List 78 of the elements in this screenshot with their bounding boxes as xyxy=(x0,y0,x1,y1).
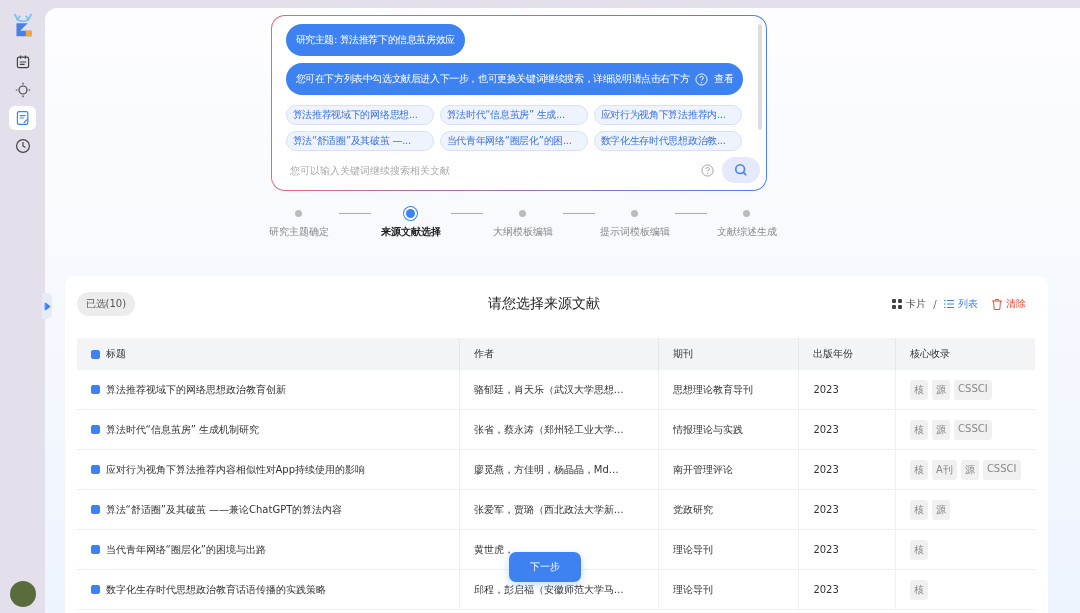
title-cell: 算法时代“信息茧房” 生成机制研究 xyxy=(105,422,260,437)
step-label[interactable]: 研究主题确定 xyxy=(268,225,329,239)
column-header: 核心收录 xyxy=(910,348,951,359)
journal-cell: 理论导刊 xyxy=(672,583,713,595)
title-cell: 应对行为视角下算法推荐内容相似性对App持续使用的影响 xyxy=(105,462,366,477)
title-cell: 算法推荐视域下的网络思想政治教育创新 xyxy=(105,382,286,397)
column-header: 标题 xyxy=(105,347,126,361)
year-cell: 2023 xyxy=(813,384,839,395)
reference-chip[interactable]: 数字化生存时代思想政治教... xyxy=(593,131,742,151)
title-cell: 数字化生存时代思想政治教育话语传播的实践策略 xyxy=(105,582,326,597)
index-tag: 核 xyxy=(910,499,929,520)
selected-count-badge: 已选(10) xyxy=(76,292,136,316)
author-cell: 廖觅燕，方佳明，杨晶晶，Md… xyxy=(473,463,619,475)
reference-chip[interactable]: 当代青年网络“圈层化”的困... xyxy=(439,131,588,151)
journal-cell: 理论导刊 xyxy=(672,543,713,555)
view-link[interactable]: 查看 xyxy=(714,72,734,86)
panel-title: 请您选择来源文献 xyxy=(486,295,601,313)
search-icon[interactable] xyxy=(733,163,748,177)
reference-chip[interactable]: 算法“舒适圈”及其破茧 —... xyxy=(285,131,434,151)
row-checkbox[interactable] xyxy=(90,385,100,394)
index-tag: 核 xyxy=(910,579,929,600)
row-checkbox[interactable] xyxy=(90,465,100,474)
select-all-checkbox[interactable] xyxy=(90,349,100,359)
title-cell: 算法“舒适圈”及其破茧 ——兼论ChatGPT的算法内容 xyxy=(105,502,343,517)
index-tag: 源 xyxy=(932,499,951,520)
reference-chip[interactable]: 算法推荐视域下的网络思想... xyxy=(285,105,434,125)
column-header: 期刊 xyxy=(672,348,693,359)
author-cell: 骆郁廷，肖天乐（武汉大学思想… xyxy=(473,383,624,395)
chat-message: 研究主题: 算法推荐下的信息茧房效应 xyxy=(285,24,465,56)
column-header: 作者 xyxy=(473,348,494,359)
index-tag: CSSCI xyxy=(954,379,992,400)
list-icon xyxy=(943,299,954,309)
author-cell: 黄世虎， xyxy=(473,543,514,555)
row-checkbox[interactable] xyxy=(90,585,100,594)
step-label[interactable]: 来源文献选择 xyxy=(380,225,441,239)
separator-text: / xyxy=(933,298,937,310)
step-label[interactable]: 提示词模板编辑 xyxy=(599,225,670,239)
search-button[interactable] xyxy=(721,157,760,183)
expand-handle-icon[interactable] xyxy=(42,293,52,319)
index-tag: 核 xyxy=(910,379,929,400)
reference-chip[interactable]: 应对行为视角下算法推荐内... xyxy=(593,105,742,125)
card-view-button[interactable]: 卡片 xyxy=(906,297,927,311)
journal-cell: 南开管理评论 xyxy=(672,463,733,475)
index-tag: 源 xyxy=(932,379,951,400)
author-cell: 张省，蔡永涛（郑州轻工业大学… xyxy=(473,423,624,435)
grid-icon xyxy=(892,299,903,309)
journal-cell: 党政研究 xyxy=(672,503,713,515)
index-tag: 源 xyxy=(960,459,979,480)
index-tag: 源 xyxy=(932,419,951,440)
author-cell: 邱程，彭启福（安徽师范大学马… xyxy=(473,583,624,595)
index-tag: CSSCI xyxy=(954,419,992,440)
step-label[interactable]: 大纲模板编辑 xyxy=(492,225,553,239)
title-cell: 当代青年网络“圈层化”的困境与出路 xyxy=(105,542,266,557)
journal-cell: 思想理论教育导刊 xyxy=(672,383,753,395)
clear-button[interactable]: 清除 xyxy=(1005,297,1026,311)
index-tag: 核 xyxy=(910,539,929,560)
avatar-image[interactable] xyxy=(9,581,36,607)
index-tag: 核 xyxy=(910,459,929,480)
author-cell: 张爱军，贾璐（西北政法大学新… xyxy=(473,503,624,515)
row-checkbox[interactable] xyxy=(90,545,100,554)
trash-icon xyxy=(991,298,1002,310)
row-checkbox[interactable] xyxy=(90,505,100,514)
year-cell: 2023 xyxy=(813,584,839,595)
index-tag: CSSCI xyxy=(982,459,1021,480)
step-label[interactable]: 文献综述生成 xyxy=(716,225,777,239)
year-cell: 2023 xyxy=(813,464,839,475)
journal-cell: 情报理论与实践 xyxy=(672,423,743,435)
row-checkbox[interactable] xyxy=(90,425,100,434)
index-tag: A刊 xyxy=(932,459,957,480)
reference-chip[interactable]: 算法时代“信息茧房” 生成... xyxy=(439,105,588,125)
edit-note-icon[interactable] xyxy=(9,106,36,130)
year-cell: 2023 xyxy=(813,424,839,435)
list-view-button[interactable]: 列表 xyxy=(957,297,978,311)
column-header: 出版年份 xyxy=(813,348,854,359)
year-cell: 2023 xyxy=(813,504,839,515)
year-cell: 2023 xyxy=(813,544,839,555)
chat-message: 您可在下方列表中勾选文献后进入下一步，也可更换关键词继续搜索，详细说明请点击右下方 xyxy=(295,72,690,86)
index-tag: 核 xyxy=(910,419,929,440)
